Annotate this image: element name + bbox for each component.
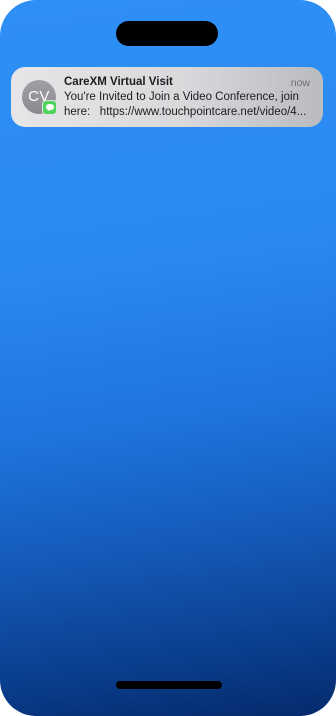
messages-icon [42, 100, 57, 115]
phone-screen: CV CareXM Virtual Visit now You're Invit… [0, 0, 336, 716]
notification-time: now [290, 77, 310, 89]
notification-banner[interactable]: CV CareXM Virtual Visit now You're Invit… [11, 67, 323, 127]
notification-title: CareXM Virtual Visit [64, 76, 173, 88]
notification-body-line: You're Invited to Join a Video Conferenc… [64, 91, 299, 103]
dynamic-island [116, 21, 218, 46]
notification-body: You're Invited to Join a Video Conferenc… [64, 90, 312, 120]
notification-body-line: here: https://www.touchpointcare.net/vid… [64, 106, 307, 118]
home-indicator[interactable] [116, 681, 222, 689]
